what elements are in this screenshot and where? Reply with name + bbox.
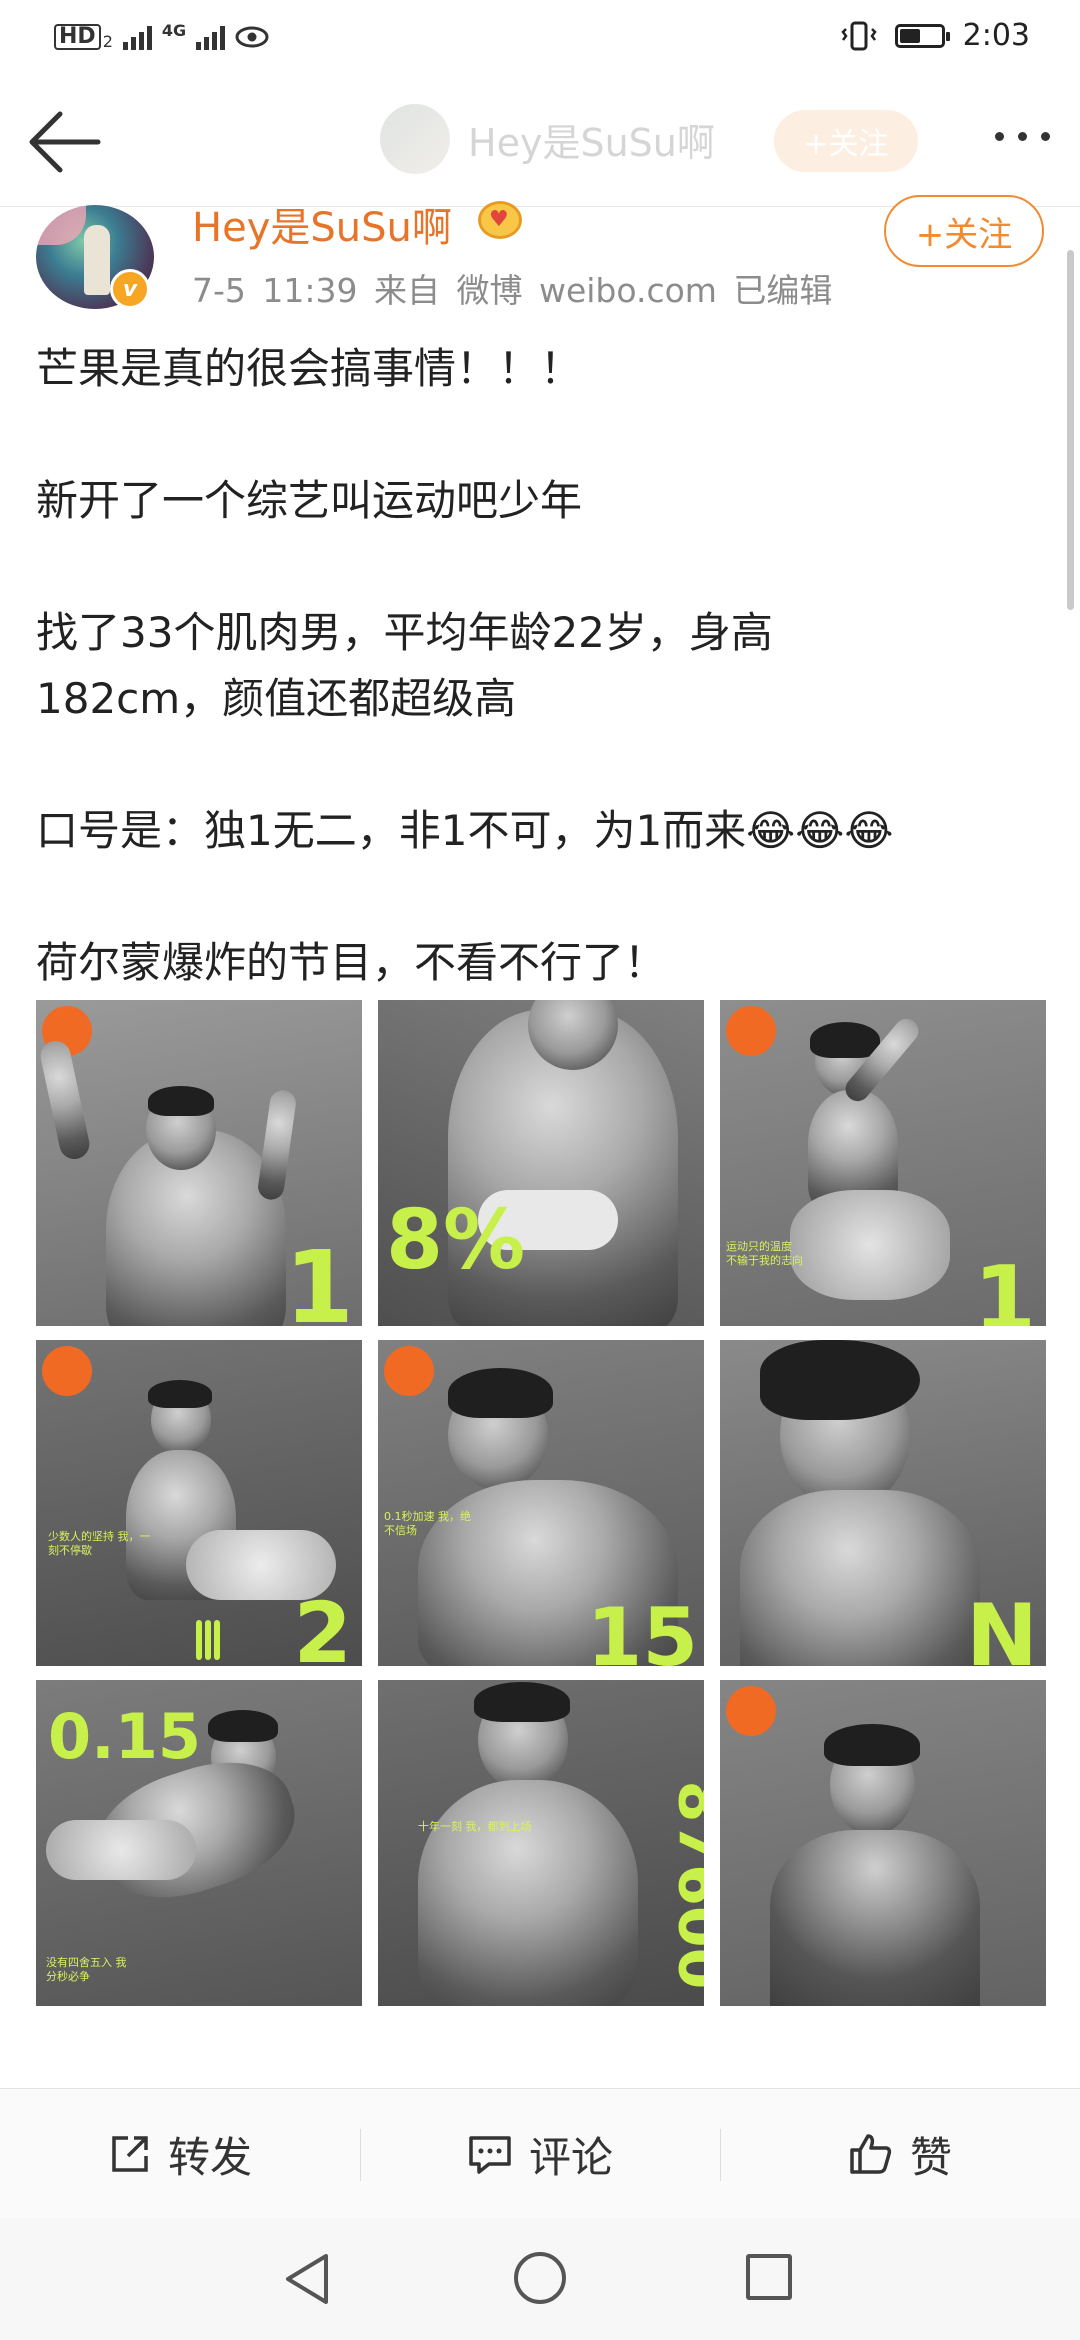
- post-image[interactable]: N: [720, 1340, 1046, 1666]
- text-spacer: [36, 732, 1036, 798]
- battery-fill: [899, 28, 920, 43]
- signal-icon-2: [196, 24, 226, 50]
- top-nav: Hey是SuSu啊 +关注: [0, 80, 1080, 207]
- system-nav-bar: [0, 2218, 1080, 2340]
- text-spacer: [36, 534, 1036, 600]
- text-spacer: [36, 864, 1036, 930]
- hd-badge: HD: [54, 23, 101, 50]
- post-image[interactable]: 少数人的坚持 我，一刻不停歇 2: [36, 1340, 362, 1666]
- like-button[interactable]: 赞: [720, 2089, 1080, 2219]
- image-grid: 1 8% 运动只的温度 不输于我的志向 1 少数人的坚持 我，一刻不停歇 2 0…: [36, 1000, 1046, 2006]
- nav-title: Hey是SuSu啊: [468, 120, 715, 165]
- text-line: 182cm，颜值还都超级高: [36, 674, 517, 723]
- repost-button[interactable]: 转发: [0, 2089, 360, 2219]
- image-caption: 没有四舍五入 我分秒必争: [46, 1956, 127, 1983]
- post-meta: 7-5 11:39 来自 微博 weibo.com 已编辑: [192, 271, 833, 310]
- show-logo-icon: [726, 1686, 776, 1736]
- post-image[interactable]: 0.1秒加速 我，绝不信场 15: [378, 1340, 704, 1666]
- eye-icon: [235, 26, 269, 47]
- text-line: 口号是：独1无二，非1不可，为1而来😂😂😂: [36, 806, 894, 855]
- share-icon: [112, 2136, 148, 2172]
- verified-badge: v: [110, 269, 150, 309]
- back-arrow-icon: [29, 111, 101, 173]
- comment-icon: [469, 2136, 511, 2174]
- sim-index: 2: [102, 32, 113, 51]
- post-image[interactable]: 8%: [378, 1000, 704, 1326]
- status-bar: HD 2 4G 2:03: [0, 0, 1080, 80]
- clock: 2:03: [962, 18, 1030, 53]
- nav-title-group: Hey是SuSu啊: [380, 104, 715, 174]
- like-label: 赞: [909, 2132, 952, 2182]
- image-caption: 十年一刻 我，都到上场: [418, 1820, 532, 1833]
- comment-label: 评论: [528, 2132, 613, 2182]
- post-image[interactable]: 0.15 没有四舍五入 我分秒必争: [36, 1680, 362, 2006]
- image-caption: 少数人的坚持 我，一刻不停歇: [48, 1530, 151, 1557]
- text-line: 找了33个肌肉男，平均年龄22岁，身高: [36, 608, 773, 657]
- image-number: N: [966, 1586, 1038, 1666]
- signal-icon: [122, 24, 152, 50]
- show-logo-icon: [42, 1346, 92, 1396]
- battery-icon: [894, 23, 950, 48]
- post-image[interactable]: [720, 1680, 1046, 2006]
- status-left: HD 2 4G: [54, 21, 269, 51]
- repost-label: 转发: [167, 2132, 252, 2182]
- comment-button[interactable]: 评论: [360, 2089, 720, 2219]
- image-caption: 运动只的温度 不输于我的志向: [726, 1240, 803, 1267]
- image-number: 8%: [386, 1193, 526, 1288]
- vibrate-icon: [840, 21, 877, 50]
- text-line: 新开了一个综艺叫运动吧少年: [36, 476, 583, 525]
- nav-avatar: [380, 104, 450, 174]
- nav-home-icon[interactable]: [514, 2252, 566, 2304]
- action-bar: 转发 评论 赞: [0, 2088, 1080, 2219]
- image-number: 15: [586, 1591, 698, 1666]
- post-image[interactable]: 运动只的温度 不输于我的志向 1: [720, 1000, 1046, 1326]
- text-line: 芒果是真的很会搞事情！！！: [36, 344, 583, 393]
- nav-recents-icon[interactable]: [746, 2254, 792, 2300]
- status-right: 2:03: [840, 18, 1030, 53]
- image-number: 1: [973, 1247, 1036, 1326]
- vip-heart-icon: [478, 201, 522, 239]
- text-spacer: [36, 402, 1036, 468]
- image-number: 2: [293, 1584, 352, 1666]
- show-logo-icon: [384, 1346, 434, 1396]
- scrollbar[interactable]: [1067, 250, 1074, 610]
- thumbs-up-icon: [850, 2134, 892, 2174]
- more-options-icon[interactable]: [995, 132, 1050, 141]
- follow-button[interactable]: +关注: [884, 195, 1044, 267]
- post-text: 芒果是真的很会搞事情！！！ 新开了一个综艺叫运动吧少年 找了33个肌肉男，平均年…: [36, 336, 1036, 996]
- nav-follow-button[interactable]: +关注: [774, 110, 918, 172]
- mobile-data-label: 4G: [161, 21, 187, 40]
- image-number: 1: [284, 1229, 354, 1326]
- image-number: 87600: [664, 1780, 704, 1990]
- image-caption: 0.1秒加速 我，绝不信场: [384, 1510, 471, 1537]
- nav-back-icon[interactable]: [282, 2252, 332, 2306]
- back-button[interactable]: [26, 110, 102, 174]
- post-header: v Hey是SuSu啊 7-5 11:39 来自 微博 weibo.com 已编…: [0, 195, 1080, 317]
- username[interactable]: Hey是SuSu啊: [192, 195, 452, 253]
- post-image[interactable]: 十年一刻 我，都到上场 87600: [378, 1680, 704, 2006]
- text-line: 荷尔蒙爆炸的节目，不看不行了！: [36, 938, 667, 987]
- post-image[interactable]: 1: [36, 1000, 362, 1326]
- image-number: 0.15: [48, 1700, 201, 1773]
- show-logo-icon: [726, 1006, 776, 1056]
